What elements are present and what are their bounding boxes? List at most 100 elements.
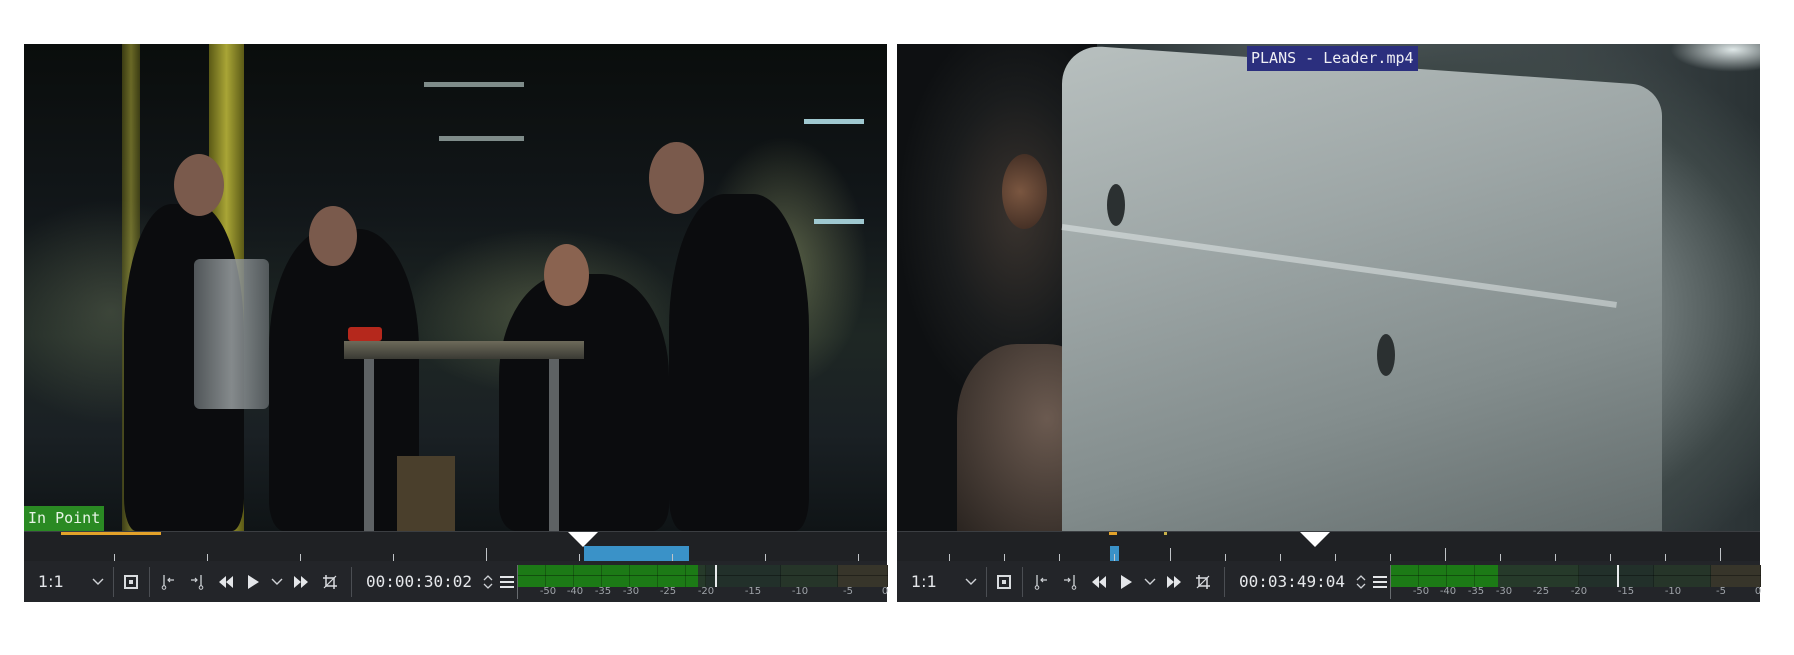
fast-forward-icon[interactable] (289, 561, 313, 602)
ruler-tick (1225, 554, 1226, 561)
meter-scale-label: 0 (881, 586, 889, 597)
ruler-tick (1555, 554, 1556, 561)
video-frame[interactable]: In Point (24, 44, 887, 531)
hamburger-menu-icon[interactable] (1371, 561, 1389, 602)
project-monitor: PLANS - Leader.mp4 1:1 00:03:49:04 -50 -… (897, 44, 1761, 602)
video-frame[interactable]: PLANS - Leader.mp4 (897, 44, 1760, 531)
in-out-marker (61, 532, 161, 535)
meter-scale-label: -50 (539, 586, 557, 597)
ruler-tick (1720, 548, 1721, 561)
video-image (24, 44, 887, 531)
crop-icon[interactable] (319, 561, 341, 602)
ruler-tick (672, 554, 673, 561)
ruler-tick (1610, 554, 1611, 561)
meter-scale-label: -15 (1617, 586, 1635, 597)
video-image (897, 44, 1760, 531)
meter-scale-label: -40 (566, 586, 584, 597)
ruler-tick (207, 554, 208, 561)
ruler-tick (949, 554, 950, 561)
meter-level-bar (518, 565, 699, 587)
play-options-chevron-icon[interactable] (1141, 561, 1159, 602)
guide-marker (1164, 532, 1167, 535)
safe-zone-icon[interactable] (993, 561, 1015, 602)
monitor-toolbar: 1:1 00:03:49:04 -50 -40 -35 -30 -25 -20 … (897, 561, 1761, 602)
monitor-ruler[interactable] (897, 531, 1760, 561)
timecode-field[interactable]: 00:03:49:04 (1229, 561, 1355, 602)
playhead[interactable] (568, 532, 598, 547)
zone-selection[interactable] (584, 546, 689, 561)
meter-peak-indicator (1616, 565, 1619, 587)
ruler-tick (1170, 548, 1171, 561)
safe-zone-icon[interactable] (120, 561, 142, 602)
play-options-chevron-icon[interactable] (268, 561, 286, 602)
ruler-tick (858, 554, 859, 561)
ruler-tick (486, 548, 487, 561)
separator (149, 567, 150, 597)
ruler-tick (579, 554, 580, 561)
meter-scale-label: -30 (622, 586, 640, 597)
meter-scale-label: -5 (843, 586, 853, 597)
ruler-tick (1114, 554, 1115, 561)
separator (351, 567, 352, 597)
spinner-arrows-icon[interactable] (1353, 561, 1369, 602)
ruler-tick (1390, 554, 1391, 561)
fast-forward-icon[interactable] (1162, 561, 1186, 602)
meter-scale-label: -10 (1664, 586, 1682, 597)
audio-level-meter: -50 -40 -35 -30 -25 -20 -15 -10 -5 0 (1390, 565, 1761, 599)
separator (1022, 567, 1023, 597)
meter-scale-label: -35 (1467, 586, 1485, 597)
meter-scale-label: -35 (594, 586, 612, 597)
meter-scale-label: -30 (1495, 586, 1513, 597)
in-point-badge: In Point (24, 506, 105, 531)
set-out-point-icon[interactable] (186, 561, 208, 602)
rewind-icon[interactable] (1087, 561, 1111, 602)
set-out-point-icon[interactable] (1059, 561, 1081, 602)
meter-scale-label: 0 (1754, 586, 1762, 597)
meter-peak-indicator (715, 565, 718, 587)
play-icon[interactable] (1114, 561, 1138, 602)
meter-scale-label: -10 (791, 586, 809, 597)
ruler-tick (300, 554, 301, 561)
meter-scale-label: -25 (659, 586, 677, 597)
crop-icon[interactable] (1192, 561, 1214, 602)
ruler-tick (1004, 554, 1005, 561)
meter-scale-label: -50 (1412, 586, 1430, 597)
playhead[interactable] (1300, 532, 1330, 547)
ruler-tick (114, 554, 115, 561)
meter-channel-divider (1391, 575, 1761, 576)
rewind-icon[interactable] (214, 561, 238, 602)
meter-scale-label: -15 (744, 586, 762, 597)
meter-channel-divider (518, 575, 888, 576)
chevron-down-icon[interactable] (88, 561, 108, 602)
ruler-tick (765, 554, 766, 561)
meter-scale-label: -20 (697, 586, 715, 597)
spinner-arrows-icon[interactable] (480, 561, 496, 602)
ruler-tick (1280, 554, 1281, 561)
ruler-tick (1335, 554, 1336, 561)
set-in-point-icon[interactable] (157, 561, 179, 602)
meter-scale-label: -40 (1439, 586, 1457, 597)
monitor-ruler[interactable] (24, 531, 887, 561)
timecode-field[interactable]: 00:00:30:02 (356, 561, 482, 602)
meter-scale-label: -20 (1570, 586, 1588, 597)
meter-scale-label: -25 (1532, 586, 1550, 597)
meter-scale-label: -5 (1716, 586, 1726, 597)
ruler-tick (1059, 554, 1060, 561)
hamburger-menu-icon[interactable] (498, 561, 516, 602)
play-icon[interactable] (241, 561, 265, 602)
ruler-tick (393, 554, 394, 561)
ruler-tick (1445, 548, 1446, 561)
separator (1224, 567, 1225, 597)
zoom-level[interactable]: 1:1 (911, 561, 937, 602)
audio-level-meter: -50 -40 -35 -30 -25 -20 -15 -10 -5 0 (517, 565, 888, 599)
zoom-level[interactable]: 1:1 (38, 561, 64, 602)
clip-title-badge: PLANS - Leader.mp4 (1247, 46, 1418, 71)
chevron-down-icon[interactable] (961, 561, 981, 602)
set-in-point-icon[interactable] (1030, 561, 1052, 602)
separator (113, 567, 114, 597)
ruler-tick (1665, 554, 1666, 561)
separator (986, 567, 987, 597)
ruler-tick (1500, 554, 1501, 561)
meter-level-bar (1391, 565, 1499, 587)
clip-monitor: In Point 1:1 00:00:30:02 -50 -40 -35 -30… (24, 44, 888, 602)
